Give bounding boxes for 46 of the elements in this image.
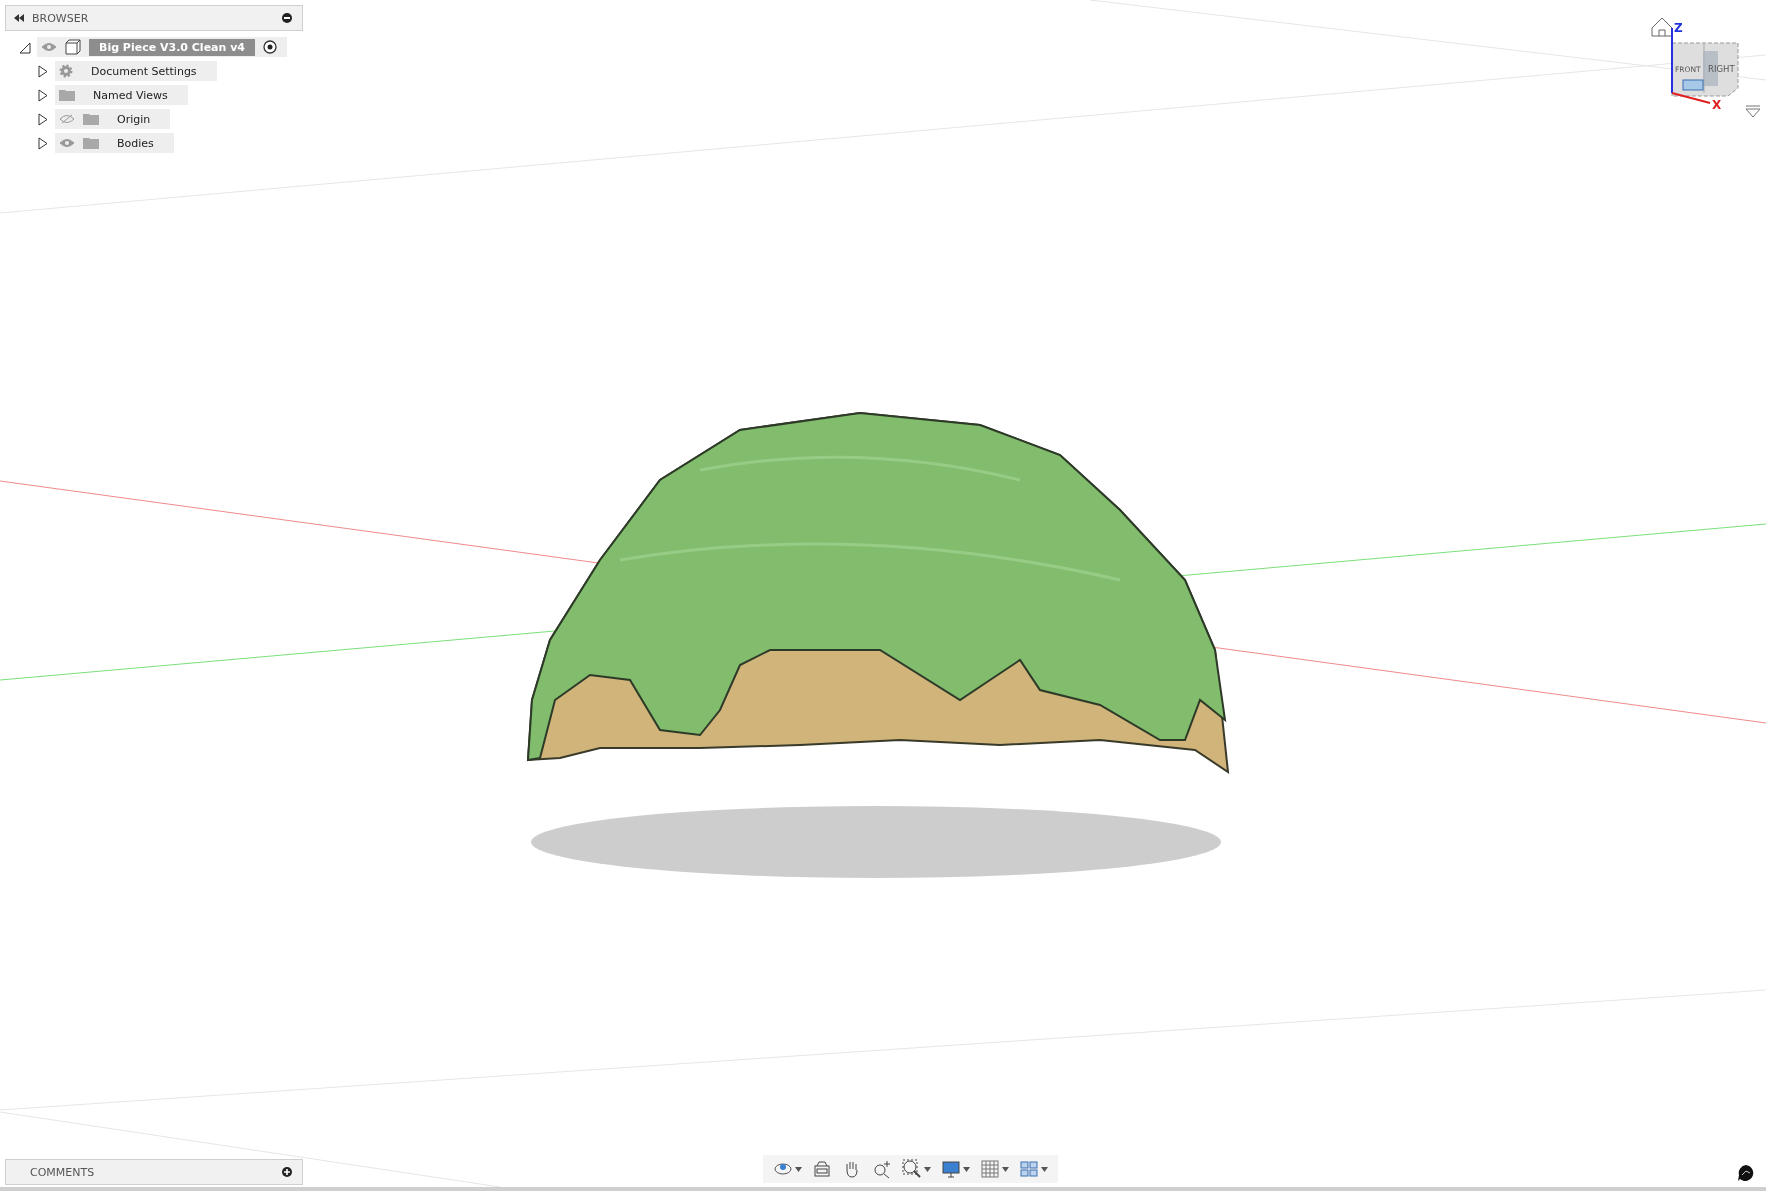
- x-axis-line: [1671, 92, 1711, 104]
- tree-item-label: Bodies: [116, 135, 155, 152]
- cube-face-label: RIGHT: [1708, 64, 1735, 74]
- tree-item-label: Big Piece V3.0 Clean v4: [89, 38, 255, 56]
- folder-icon: [83, 137, 99, 149]
- view-cube-drawing[interactable]: [1671, 42, 1739, 97]
- tree-item-label: Named Views: [92, 87, 169, 104]
- collapse-triangle-icon[interactable]: [19, 40, 31, 54]
- fit-zoom-icon: [902, 1159, 922, 1179]
- tree-item[interactable]: Origin: [55, 109, 171, 129]
- home-icon[interactable]: [1651, 17, 1673, 37]
- axis-label: X: [1712, 98, 1722, 112]
- folder-icon: [83, 113, 99, 125]
- collapse-arrows-icon[interactable]: [14, 14, 24, 22]
- tree-item-label: Document Settings: [90, 63, 198, 80]
- tree-item[interactable]: Bodies: [55, 133, 174, 153]
- grid-icon: [980, 1159, 1000, 1179]
- tree-item-label: Origin: [116, 111, 152, 128]
- display-monitor-icon: [941, 1159, 961, 1179]
- minimize-icon[interactable]: [282, 13, 292, 23]
- expand-triangle-icon[interactable]: [37, 64, 49, 78]
- z-axis-line: [1671, 27, 1673, 94]
- grid-button[interactable]: [978, 1157, 1011, 1181]
- caret-icon[interactable]: [963, 1166, 970, 1172]
- expand-triangle-icon[interactable]: [37, 88, 49, 102]
- gear-icon: [59, 64, 73, 78]
- folder-icon: [59, 89, 75, 101]
- panel-title: BROWSER: [32, 11, 90, 25]
- look-at-icon: [812, 1159, 832, 1179]
- caret-icon[interactable]: [1002, 1166, 1009, 1172]
- viewports-icon: [1019, 1159, 1039, 1179]
- zoom-icon: [872, 1159, 892, 1179]
- caret-icon[interactable]: [795, 1166, 802, 1172]
- panel-title: COMMENTS: [29, 1165, 96, 1179]
- view-menu-icon[interactable]: [1745, 105, 1761, 118]
- caret-icon[interactable]: [1041, 1166, 1048, 1172]
- activate-radio-icon[interactable]: [263, 40, 277, 54]
- axis-label: Z: [1674, 21, 1683, 35]
- caret-icon[interactable]: [924, 1166, 931, 1172]
- tree-item[interactable]: Named Views: [55, 85, 188, 105]
- tree-item[interactable]: Document Settings: [55, 61, 217, 81]
- feedback-icon[interactable]: [1738, 1165, 1754, 1181]
- expand-triangle-icon[interactable]: [37, 136, 49, 150]
- expand-triangle-icon[interactable]: [37, 112, 49, 126]
- add-icon[interactable]: [282, 1167, 292, 1177]
- component-box-icon: [65, 39, 81, 55]
